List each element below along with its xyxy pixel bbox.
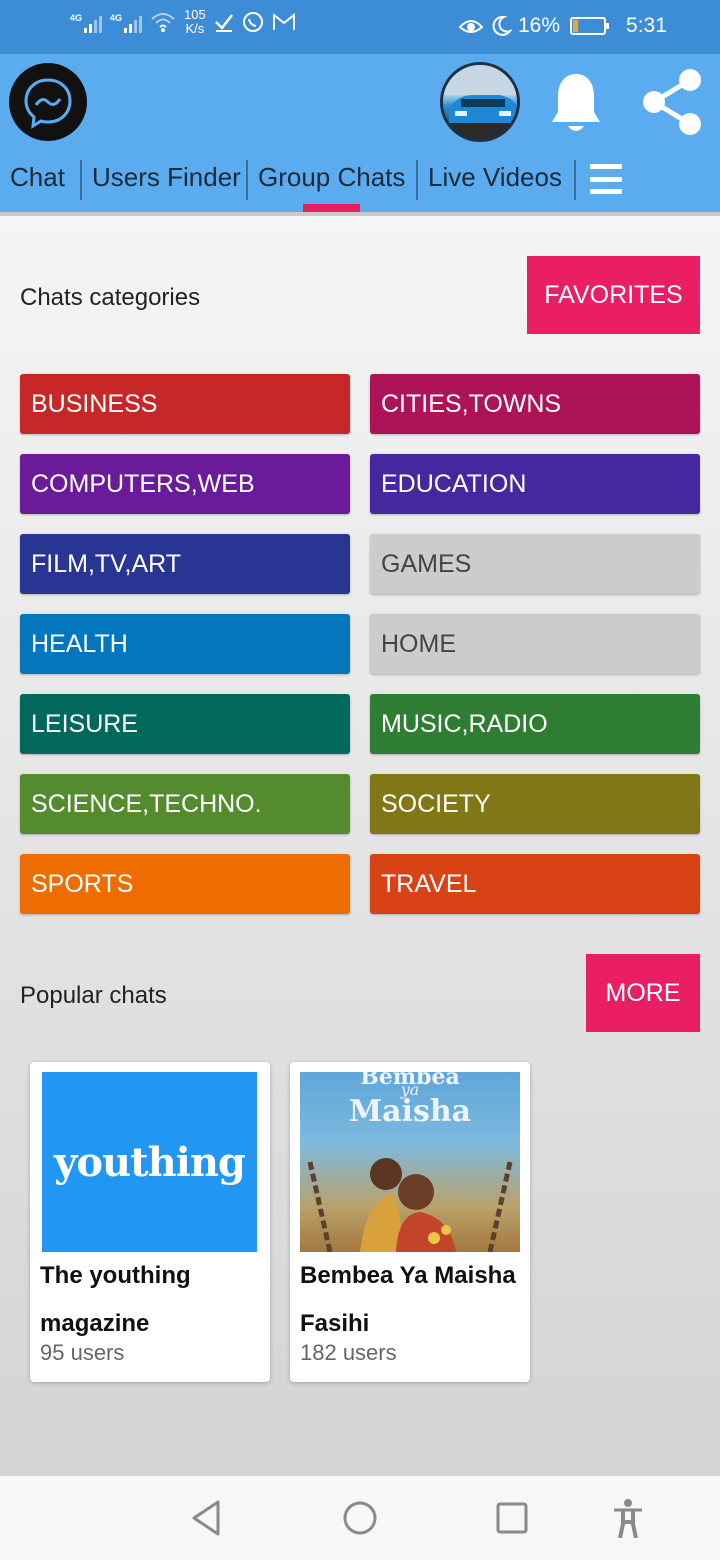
book-title-bottom: Maisha	[348, 1094, 472, 1129]
gmail-icon	[272, 12, 295, 30]
status-bar: 4G 4G 105 K/s 16% 5:31	[0, 0, 720, 54]
popular-chat-card[interactable]: youthing The youthing magazine 95 users	[30, 1062, 270, 1382]
hamburger-menu-icon[interactable]	[590, 162, 622, 196]
speed-unit: K/s	[185, 21, 205, 36]
share-icon[interactable]	[638, 66, 706, 138]
category-button[interactable]: TRAVEL	[370, 854, 700, 914]
book-cover-illustration	[307, 1158, 513, 1252]
category-button[interactable]: CITIES,TOWNS	[370, 374, 700, 434]
category-button[interactable]: SOCIETY	[370, 774, 700, 834]
category-button[interactable]: HOME	[370, 614, 700, 674]
chats-categories-title: Chats categories	[20, 284, 201, 311]
category-button[interactable]: FILM,TV,ART	[20, 534, 350, 594]
category-button[interactable]: MUSIC,RADIO	[370, 694, 700, 754]
battery-percent: 16%	[518, 14, 561, 37]
category-button[interactable]: HEALTH	[20, 614, 350, 674]
category-button[interactable]: COMPUTERS,WEB	[20, 454, 350, 514]
tab-divider	[80, 160, 82, 200]
messenger-logo-icon[interactable]	[9, 63, 87, 141]
tab-divider	[246, 160, 248, 200]
app-header: Chat Users Finder Group Chats Live Video…	[0, 54, 720, 212]
more-button[interactable]: MORE	[586, 954, 700, 1032]
tab-bar: Chat Users Finder Group Chats Live Video…	[0, 154, 720, 212]
signal-label-2: 4G	[110, 13, 123, 23]
category-button[interactable]: BUSINESS	[20, 374, 350, 434]
check-icon	[214, 14, 233, 32]
system-nav-bar	[0, 1476, 720, 1560]
popular-chat-card[interactable]: Bembea ya Maisha Bembea Ya Maisha Fasihi…	[290, 1062, 530, 1382]
eye-icon	[458, 20, 484, 33]
tab-divider	[416, 160, 418, 200]
category-button[interactable]: SPORTS	[20, 854, 350, 914]
popular-chats-title: Popular chats	[20, 982, 167, 1009]
tab-live-videos[interactable]: Live Videos	[428, 162, 562, 193]
thumbnail-logo-text: youthing	[54, 1138, 246, 1186]
signal-icon-2: 4G	[110, 11, 142, 33]
speed-value: 105	[184, 7, 206, 22]
active-tab-indicator	[303, 204, 360, 212]
home-circle-icon[interactable]	[340, 1498, 380, 1538]
profile-avatar[interactable]	[440, 62, 520, 142]
moon-icon	[492, 15, 512, 36]
wifi-icon	[151, 13, 175, 32]
group-chats-content: Chats categories FAVORITES BUSINESS CITIE…	[0, 216, 720, 1476]
network-speed: 105 K/s	[184, 8, 206, 36]
whatsapp-icon	[242, 12, 263, 32]
chat-title: The youthing magazine	[40, 1262, 191, 1337]
back-triangle-icon[interactable]	[186, 1498, 226, 1538]
tab-chat[interactable]: Chat	[10, 162, 65, 193]
recents-square-icon[interactable]	[492, 1498, 532, 1538]
chat-users-count: 95 users	[40, 1340, 125, 1365]
category-button[interactable]: SCIENCE,TECHNO.	[20, 774, 350, 834]
accessibility-icon[interactable]	[608, 1498, 648, 1538]
signal-icon: 4G	[70, 11, 102, 33]
favorites-button[interactable]: FAVORITES	[527, 256, 700, 334]
chat-users-count: 182 users	[300, 1340, 397, 1365]
status-left: 4G 4G 105 K/s	[70, 8, 296, 36]
chat-thumbnail: Bembea ya Maisha	[300, 1072, 520, 1252]
status-right: 16% 5:31	[458, 14, 667, 38]
category-button[interactable]: EDUCATION	[370, 454, 700, 514]
category-button[interactable]: GAMES	[370, 534, 700, 594]
tab-group-chats[interactable]: Group Chats	[258, 162, 405, 193]
battery-icon	[570, 17, 610, 35]
chat-title: Bembea Ya Maisha Fasihi	[300, 1262, 516, 1337]
bell-icon[interactable]	[548, 70, 604, 136]
tab-users-finder[interactable]: Users Finder	[92, 162, 241, 193]
clock-time: 5:31	[626, 14, 667, 37]
signal-label: 4G	[70, 13, 83, 23]
chat-thumbnail: youthing	[42, 1072, 257, 1252]
category-button[interactable]: LEISURE	[20, 694, 350, 754]
tab-divider	[574, 160, 576, 200]
